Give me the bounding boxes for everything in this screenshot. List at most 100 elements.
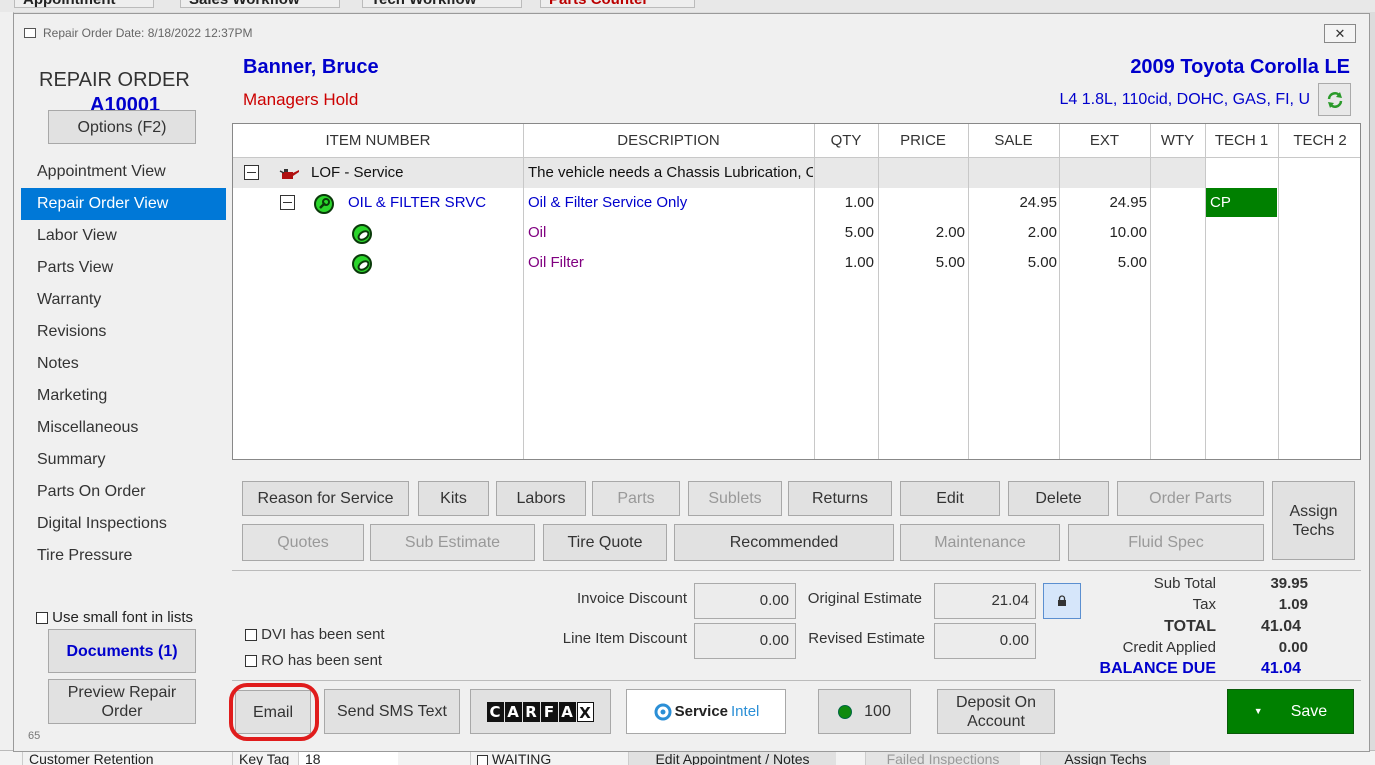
nav-miscellaneous[interactable]: Miscellaneous	[21, 412, 226, 444]
ro-sent-option[interactable]: RO has been sent	[245, 652, 382, 669]
part-filter-price[interactable]: 5.00	[885, 254, 965, 271]
close-button[interactable]: ✕	[1324, 24, 1356, 43]
grid-column-divider	[814, 124, 815, 459]
part-filter-description[interactable]: Oil Filter	[528, 254, 584, 271]
nav-revisions[interactable]: Revisions	[21, 316, 226, 348]
revised-estimate-field[interactable]: 0.00	[934, 623, 1036, 659]
labor-sale[interactable]: 24.95	[977, 194, 1057, 211]
bg-tab-tech-workflow[interactable]: Tech Workflow	[362, 0, 522, 8]
bg-assign-techs-button[interactable]: Assign Techs	[1040, 751, 1170, 765]
carfax-button[interactable]: C A R F A X	[470, 689, 611, 734]
part-oil-description[interactable]: Oil	[528, 224, 546, 241]
nav-tire-pressure[interactable]: Tire Pressure	[21, 540, 226, 572]
small-font-option[interactable]: Use small font in lists	[36, 609, 193, 626]
dvi-sent-option[interactable]: DVI has been sent	[245, 626, 385, 643]
bg-waiting-checkbox[interactable]: WAITING	[470, 751, 590, 765]
nav-appointment-view[interactable]: Appointment View	[21, 156, 226, 188]
part-oil-sale[interactable]: 2.00	[977, 224, 1057, 241]
part-oil-ext[interactable]: 10.00	[1067, 224, 1147, 241]
repair-order-label: REPAIR ORDER	[39, 69, 190, 91]
bg-tab-parts-counter[interactable]: Parts Counter	[540, 0, 695, 8]
reason-for-service-button[interactable]: Reason for Service	[242, 481, 409, 516]
nav-notes[interactable]: Notes	[21, 348, 226, 380]
recommended-button[interactable]: Recommended	[674, 524, 894, 561]
original-estimate-field[interactable]: 21.04	[934, 583, 1036, 619]
deposit-on-account-button[interactable]: Deposit On Account	[937, 689, 1055, 734]
service-intel-button[interactable]: Service Intel	[626, 689, 786, 734]
refresh-vehicle-button[interactable]	[1318, 83, 1351, 116]
nav-repair-order-view[interactable]: Repair Order View	[21, 188, 226, 220]
bg-key-tag-value[interactable]: 18	[298, 751, 398, 765]
nav-parts-view[interactable]: Parts View	[21, 252, 226, 284]
labor-tech1[interactable]: CP	[1206, 188, 1277, 217]
col-header-item-number[interactable]: ITEM NUMBER	[233, 132, 523, 149]
collapse-labor-toggle[interactable]	[280, 195, 295, 210]
part-oil-qty[interactable]: 5.00	[794, 224, 874, 241]
labor-wrench-icon	[314, 194, 334, 214]
col-header-tech1[interactable]: TECH 1	[1205, 132, 1278, 149]
returns-button[interactable]: Returns	[788, 481, 892, 516]
col-header-sale[interactable]: SALE	[968, 132, 1059, 149]
parts-button[interactable]: Parts	[592, 481, 680, 516]
line-item-discount-field[interactable]: 0.00	[694, 623, 796, 659]
delete-button[interactable]: Delete	[1008, 481, 1109, 516]
labor-qty[interactable]: 1.00	[794, 194, 874, 211]
carfax-letter: C	[486, 701, 504, 722]
job-item-number[interactable]: LOF - Service	[311, 164, 404, 181]
labor-ext[interactable]: 24.95	[1067, 194, 1147, 211]
save-button[interactable]: ▼ Save	[1227, 689, 1354, 734]
edit-button[interactable]: Edit	[900, 481, 1000, 516]
nav-summary[interactable]: Summary	[21, 444, 226, 476]
col-header-tech2[interactable]: TECH 2	[1278, 132, 1360, 149]
part-filter-sale[interactable]: 5.00	[977, 254, 1057, 271]
nav-warranty[interactable]: Warranty	[21, 284, 226, 316]
col-header-wty[interactable]: WTY	[1150, 132, 1205, 149]
sublets-button[interactable]: Sublets	[688, 481, 782, 516]
tire-quote-button[interactable]: Tire Quote	[543, 524, 667, 561]
lock-estimate-button[interactable]	[1043, 583, 1081, 619]
part-filter-ext[interactable]: 5.00	[1067, 254, 1147, 271]
collapse-job-toggle[interactable]	[244, 165, 259, 180]
bg-tab-appointment-calendar[interactable]: Appointment Calendar	[14, 0, 154, 8]
options-button[interactable]: Options (F2)	[48, 110, 196, 144]
bg-tab-sales-workflow[interactable]: Sales Workflow	[180, 0, 340, 8]
part-oil-price[interactable]: 2.00	[885, 224, 965, 241]
sub-estimate-button[interactable]: Sub Estimate	[370, 524, 535, 561]
assign-techs-button[interactable]: Assign Techs	[1272, 481, 1355, 560]
labors-button[interactable]: Labors	[496, 481, 586, 516]
part-filter-qty[interactable]: 1.00	[794, 254, 874, 271]
col-header-description[interactable]: DESCRIPTION	[523, 132, 814, 149]
col-header-ext[interactable]: EXT	[1059, 132, 1150, 149]
col-header-qty[interactable]: QTY	[814, 132, 878, 149]
preview-repair-order-button[interactable]: Preview Repair Order	[48, 679, 196, 724]
nav-digital-inspections[interactable]: Digital Inspections	[21, 508, 226, 540]
job-description[interactable]: The vehicle needs a Chassis Lubrication,…	[528, 164, 813, 181]
save-dropdown-icon[interactable]: ▼	[1254, 702, 1263, 721]
job-grid: ITEM NUMBER DESCRIPTION QTY PRICE SALE E…	[232, 123, 1361, 460]
small-font-checkbox[interactable]	[36, 612, 48, 625]
status-counter-button[interactable]: 100	[818, 689, 911, 734]
nav-marketing[interactable]: Marketing	[21, 380, 226, 412]
dvi-sent-checkbox[interactable]	[245, 629, 257, 642]
documents-button[interactable]: Documents (1)	[48, 629, 196, 673]
maintenance-button[interactable]: Maintenance	[900, 524, 1060, 561]
order-parts-button[interactable]: Order Parts	[1117, 481, 1264, 516]
bg-customer-retention[interactable]: Customer Retention	[22, 751, 212, 765]
fluid-spec-button[interactable]: Fluid Spec	[1068, 524, 1264, 561]
labor-description[interactable]: Oil & Filter Service Only	[528, 194, 687, 211]
bg-failed-inspections-button[interactable]: Failed Inspections	[865, 751, 1020, 765]
invoice-discount-field[interactable]: 0.00	[694, 583, 796, 619]
customer-name[interactable]: Banner, Bruce	[243, 56, 379, 79]
send-sms-button[interactable]: Send SMS Text	[324, 689, 460, 734]
bg-edit-appointment-button[interactable]: Edit Appointment / Notes	[628, 751, 836, 765]
vehicle-description[interactable]: 2009 Toyota Corolla LE	[1014, 56, 1350, 79]
col-header-price[interactable]: PRICE	[878, 132, 968, 149]
nav-parts-on-order[interactable]: Parts On Order	[21, 476, 226, 508]
nav-labor-view[interactable]: Labor View	[21, 220, 226, 252]
bg-waiting-check-box[interactable]	[477, 754, 488, 765]
quotes-button[interactable]: Quotes	[242, 524, 364, 561]
labor-item-number[interactable]: OIL & FILTER SRVC	[348, 194, 486, 211]
ro-sent-checkbox[interactable]	[245, 655, 257, 668]
kits-button[interactable]: Kits	[418, 481, 489, 516]
tax-label: Tax	[1192, 596, 1216, 613]
